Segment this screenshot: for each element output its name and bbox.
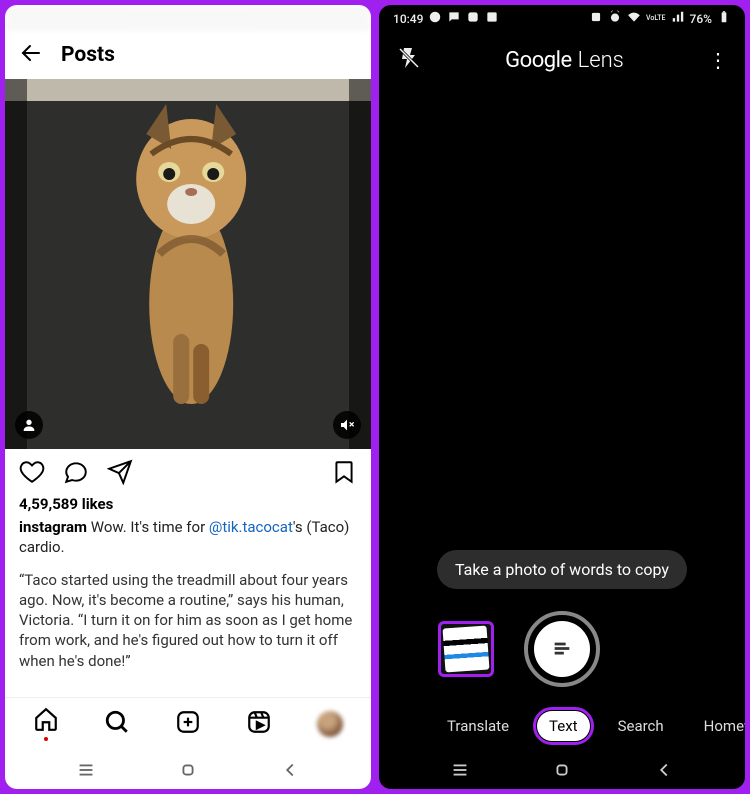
sys-recents-icon[interactable] [75,759,97,781]
sys-back-icon[interactable] [653,759,675,781]
gallery-thumbnail-button[interactable] [438,621,494,677]
muted-audio-icon[interactable] [333,411,361,439]
battery-percent: 76% [690,12,712,26]
caption-username[interactable]: instagram [19,518,87,536]
hint-pill: Take a photo of words to copy [437,550,687,589]
likes-count[interactable]: 4,59,589 likes [5,495,371,513]
brand-google: Google [505,48,571,73]
mode-translate[interactable]: Translate [435,711,521,741]
lens-controls [379,611,745,707]
instagram-bottom-nav [5,697,371,749]
sys-recents-icon[interactable] [449,759,471,781]
back-arrow-icon[interactable] [19,41,43,69]
nav-search-icon[interactable] [104,709,130,739]
cat-graphic [111,94,271,424]
sys-back-icon[interactable] [279,759,301,781]
google-lens-phone: 10:49 VoLTE 76% Google Lens ⋮ Take a pho… [379,5,745,789]
mode-homework[interactable]: Homew [692,711,745,741]
like-icon[interactable] [19,459,45,489]
post-caption: instagram Wow. It's time for @tik.tacoca… [5,513,371,558]
android-system-nav-right [379,749,745,789]
chat-icon [447,10,461,27]
sys-home-icon[interactable] [177,759,199,781]
instagram-notif-icon [466,10,480,27]
caption-text-1: Wow. It's time for [87,518,209,536]
mode-text[interactable]: Text [537,711,590,741]
whatsapp-icon [428,10,442,27]
signal-icon [671,10,685,27]
post-quote: “Taco started using the treadmill about … [5,558,371,671]
left-statusbar-blurred [5,5,371,31]
camera-viewfinder[interactable] [379,88,745,550]
page-title: Posts [61,43,115,67]
save-bookmark-icon[interactable] [331,459,357,489]
mode-search[interactable]: Search [606,711,676,741]
tagged-people-icon[interactable] [15,411,43,439]
image-notif-icon [485,10,499,27]
instagram-phone: Posts [5,5,371,789]
battery-icon [717,10,731,27]
android-system-nav-left [5,749,371,789]
sys-home-icon[interactable] [551,759,573,781]
lens-mode-selector[interactable]: Translate Text Search Homew [379,707,745,749]
post-image[interactable] [5,79,371,449]
nav-home-icon[interactable] [33,706,59,741]
google-lens-brand: Google Lens [505,48,624,73]
shutter-button[interactable] [524,611,600,687]
nav-new-post-icon[interactable] [175,709,201,739]
flash-off-icon[interactable] [397,46,421,74]
nav-profile-avatar[interactable] [317,711,343,737]
post-action-row [5,449,371,495]
share-icon[interactable] [107,459,133,489]
status-time: 10:49 [393,12,423,26]
caption-mention[interactable]: @tik.tacocat [209,518,293,536]
brand-lens: Lens [578,48,624,73]
lens-header: Google Lens ⋮ [379,32,745,88]
more-menu-icon[interactable]: ⋮ [708,48,727,72]
alarm-icon [608,10,622,27]
nfc-icon [589,10,603,27]
comment-icon[interactable] [63,459,89,489]
posts-header: Posts [5,31,371,79]
right-statusbar: 10:49 VoLTE 76% [379,5,745,32]
volte-icon: VoLTE [646,15,665,22]
wifi-icon [627,10,641,27]
nav-reels-icon[interactable] [246,709,272,739]
